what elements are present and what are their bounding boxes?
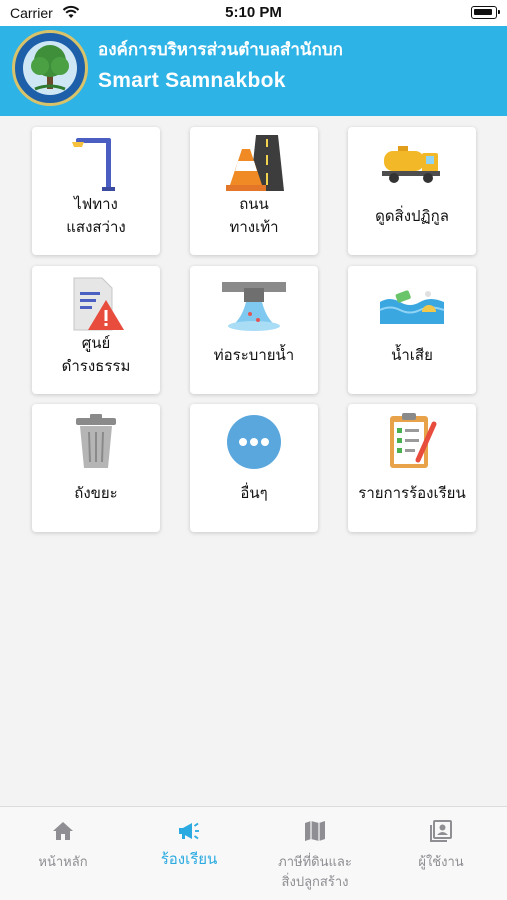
street-light-icon — [72, 138, 115, 191]
tab-land-tax[interactable]: ภาษีที่ดินและ สิ่งปลูกสร้าง — [252, 807, 378, 900]
menu-label: น้ำเสีย — [391, 345, 433, 364]
tab-complaint[interactable]: ร้องเรียน — [126, 807, 252, 900]
megaphone-icon — [179, 822, 199, 840]
tab-label: ภาษีที่ดินและ สิ่งปลูกสร้าง — [278, 855, 352, 890]
menu-label: ถนน ทางเท้า — [229, 195, 279, 236]
clipboard-list-icon — [390, 413, 437, 468]
user-profile-icon — [430, 820, 452, 842]
tab-label: ร้องเรียน — [160, 850, 218, 868]
sewage-truck-icon — [382, 146, 440, 183]
menu-complaint-center[interactable]: ศูนย์ ดำรงธรรม — [32, 266, 160, 394]
battery-icon — [471, 6, 500, 19]
menu-road[interactable]: ถนน ทางเท้า — [190, 127, 318, 255]
organization-logo — [12, 30, 88, 106]
menu-drain[interactable]: ท่อระบายน้ำ — [190, 266, 318, 394]
more-icon — [227, 415, 281, 469]
drain-pipe-icon — [222, 282, 286, 331]
menu-label: รายการร้องเรียน — [358, 483, 466, 502]
tab-label: หน้าหลัก — [38, 855, 88, 870]
tab-home[interactable]: หน้าหลัก — [0, 807, 126, 900]
menu-complaint-list[interactable]: รายการร้องเรียน — [348, 404, 476, 532]
wastewater-icon — [379, 290, 445, 324]
organization-name: องค์การบริหารส่วนตำบลสำนักบก — [98, 40, 343, 60]
road-cone-icon — [226, 135, 284, 191]
menu-street-light[interactable]: ไฟทาง แสงสว่าง — [32, 127, 160, 255]
menu-label: ถังขยะ — [74, 483, 118, 502]
menu-other[interactable]: อื่นๆ — [190, 404, 318, 532]
status-bar: Carrier 5:10 PM — [0, 0, 507, 26]
menu-trash-bin[interactable]: ถังขยะ — [32, 404, 160, 532]
document-warning-icon — [73, 277, 124, 331]
tab-bar: หน้าหลัก ร้องเรียน ภาษีที่ดินและ สิ่งปลู… — [0, 806, 507, 900]
clock: 5:10 PM — [225, 4, 282, 21]
tab-user[interactable]: ผู้ใช้งาน — [378, 807, 504, 900]
menu-label: ดูดสิ่งปฏิกูล — [375, 206, 449, 225]
menu-wastewater[interactable]: น้ำเสีย — [348, 266, 476, 394]
trash-bin-icon — [76, 414, 116, 468]
app-header: องค์การบริหารส่วนตำบลสำนักบก Smart Samna… — [0, 26, 507, 116]
menu-label: ไฟทาง แสงสว่าง — [66, 195, 126, 236]
app-name: Smart Samnakbok — [98, 69, 286, 92]
tab-label: ผู้ใช้งาน — [418, 855, 464, 870]
menu-label: ศูนย์ ดำรงธรรม — [61, 334, 131, 375]
menu-label: ท่อระบายน้ำ — [213, 345, 295, 364]
home-icon — [53, 822, 73, 840]
map-icon — [305, 821, 325, 841]
menu-sewage[interactable]: ดูดสิ่งปฏิกูล — [348, 127, 476, 255]
menu-label: อื่นๆ — [240, 483, 268, 502]
